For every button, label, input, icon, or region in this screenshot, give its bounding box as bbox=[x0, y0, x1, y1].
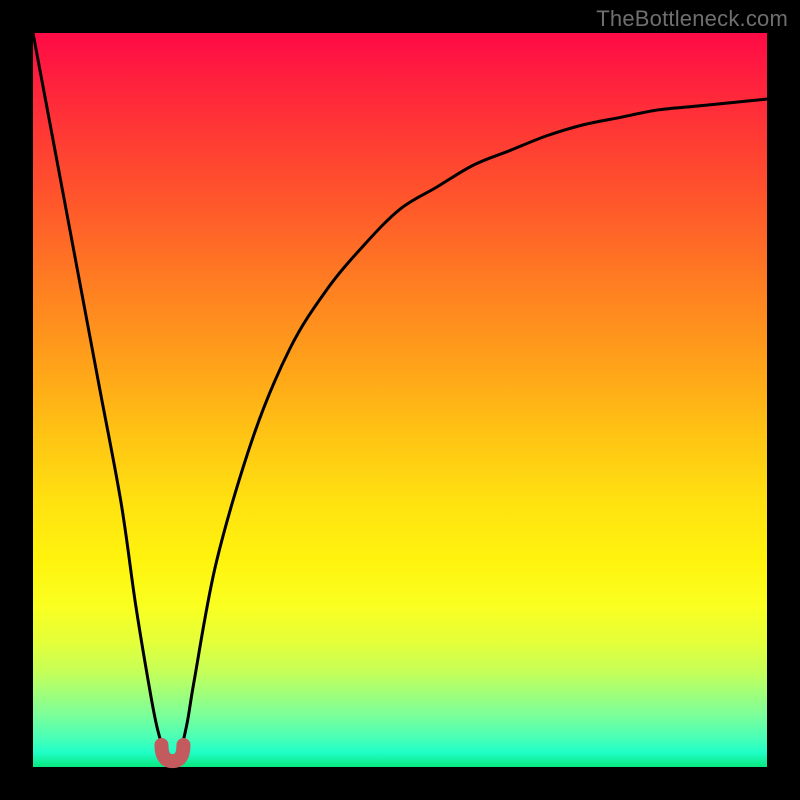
optimal-marker bbox=[161, 745, 183, 761]
plot-area bbox=[33, 33, 767, 767]
watermark-text: TheBottleneck.com bbox=[596, 6, 788, 32]
bottleneck-curve bbox=[33, 33, 767, 760]
curve-layer bbox=[33, 33, 767, 767]
chart-frame: TheBottleneck.com bbox=[0, 0, 800, 800]
